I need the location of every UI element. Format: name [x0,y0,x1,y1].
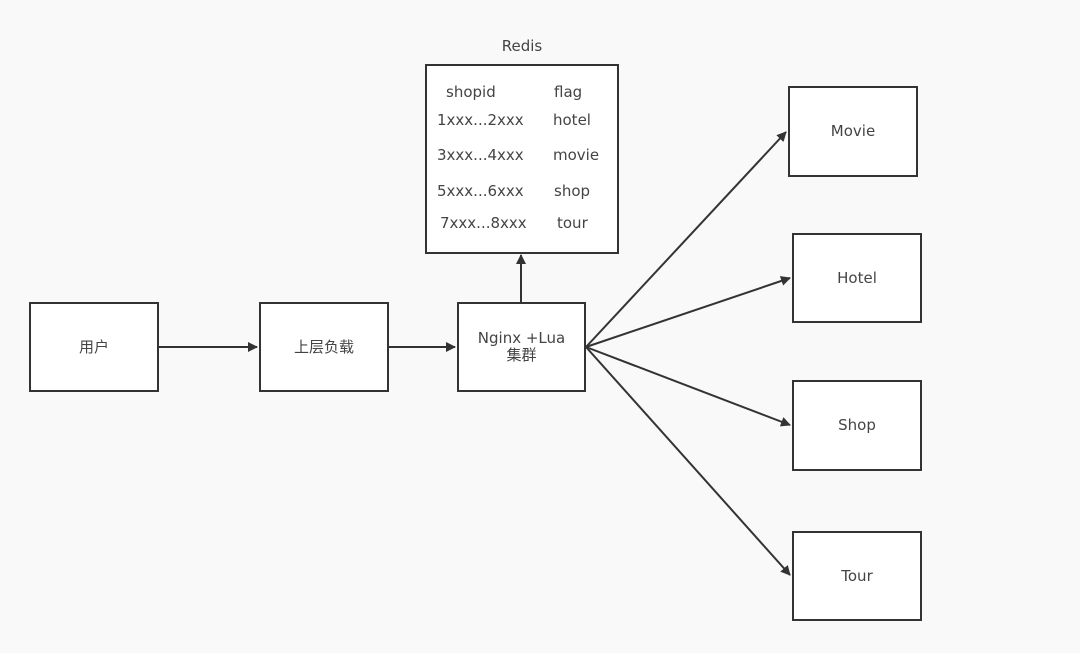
redis-row-4-range: 7xxx...8xxx [440,214,527,232]
redis-row-2-range: 3xxx...4xxx [437,146,524,164]
edge-nginx-to-hotel [585,276,791,348]
node-nginx-label-line2: 集群 [506,346,537,364]
node-hotel-label: Hotel [837,268,877,287]
node-nginx[interactable]: Nginx +Lua 集群 [457,302,586,392]
redis-row-2-flag: movie [553,146,600,164]
redis-header-shopid: shopid [446,83,496,101]
node-shop-label: Shop [838,416,876,434]
node-nginx-label-line1: Nginx +Lua [477,329,566,347]
node-hotel[interactable]: Hotel [792,233,922,323]
node-tour[interactable]: Tour [792,531,922,621]
node-load-balancer-label: 上层负载 [293,337,354,356]
edge-nginx-to-shop [585,346,791,427]
redis-row-3-flag: shop [554,182,591,200]
edge-nginx-to-tour [585,346,791,576]
redis-row-4-flag: tour [557,214,588,232]
node-tour-label: Tour [841,566,873,585]
redis-header-flag: flag [554,83,583,101]
node-user-label: 用户 [78,337,109,356]
redis-row-1-range: 1xxx...2xxx [437,111,524,129]
redis-row-1-flag: hotel [553,111,591,129]
node-movie[interactable]: Movie [788,86,918,177]
redis-title: Redis [501,37,543,55]
node-shop[interactable]: Shop [792,380,922,471]
redis-row-3-range: 5xxx...6xxx [437,182,524,200]
node-load-balancer[interactable]: 上层负载 [259,302,389,392]
node-movie-label: Movie [830,122,876,140]
node-redis[interactable]: shopid flag 1xxx...2xxx hotel 3xxx...4xx… [425,64,619,254]
node-user[interactable]: 用户 [29,302,159,392]
